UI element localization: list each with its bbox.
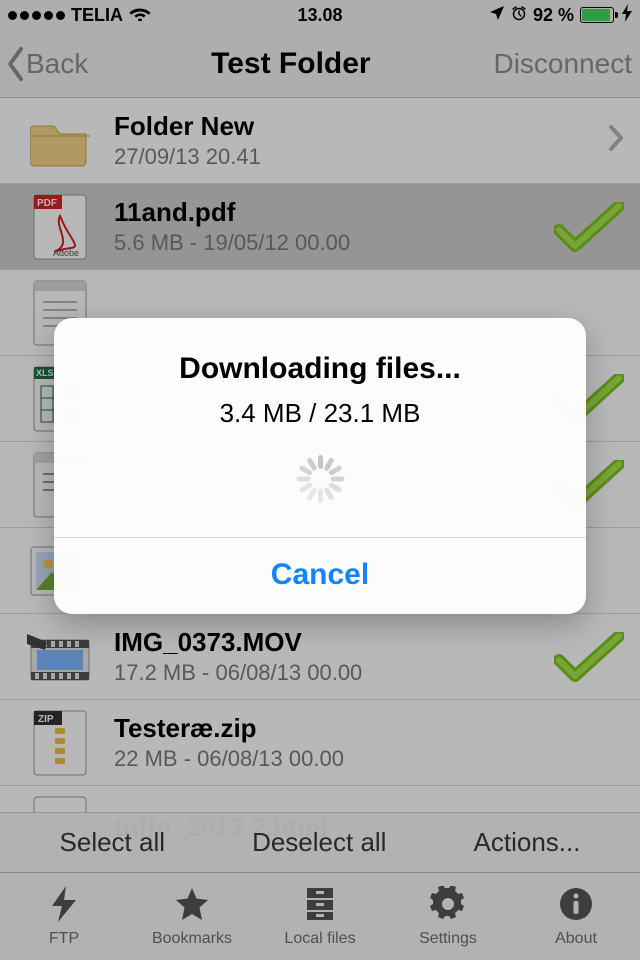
download-modal: Downloading files... 3.4 MB / 23.1 MB Ca… (54, 318, 586, 614)
screen: TELIA 13.08 92 % Back Test Folder D (0, 0, 640, 960)
cancel-button[interactable]: Cancel (54, 537, 586, 614)
modal-progress: 3.4 MB / 23.1 MB (74, 398, 566, 429)
modal-title: Downloading files... (74, 352, 566, 386)
spinner-icon (296, 455, 344, 503)
